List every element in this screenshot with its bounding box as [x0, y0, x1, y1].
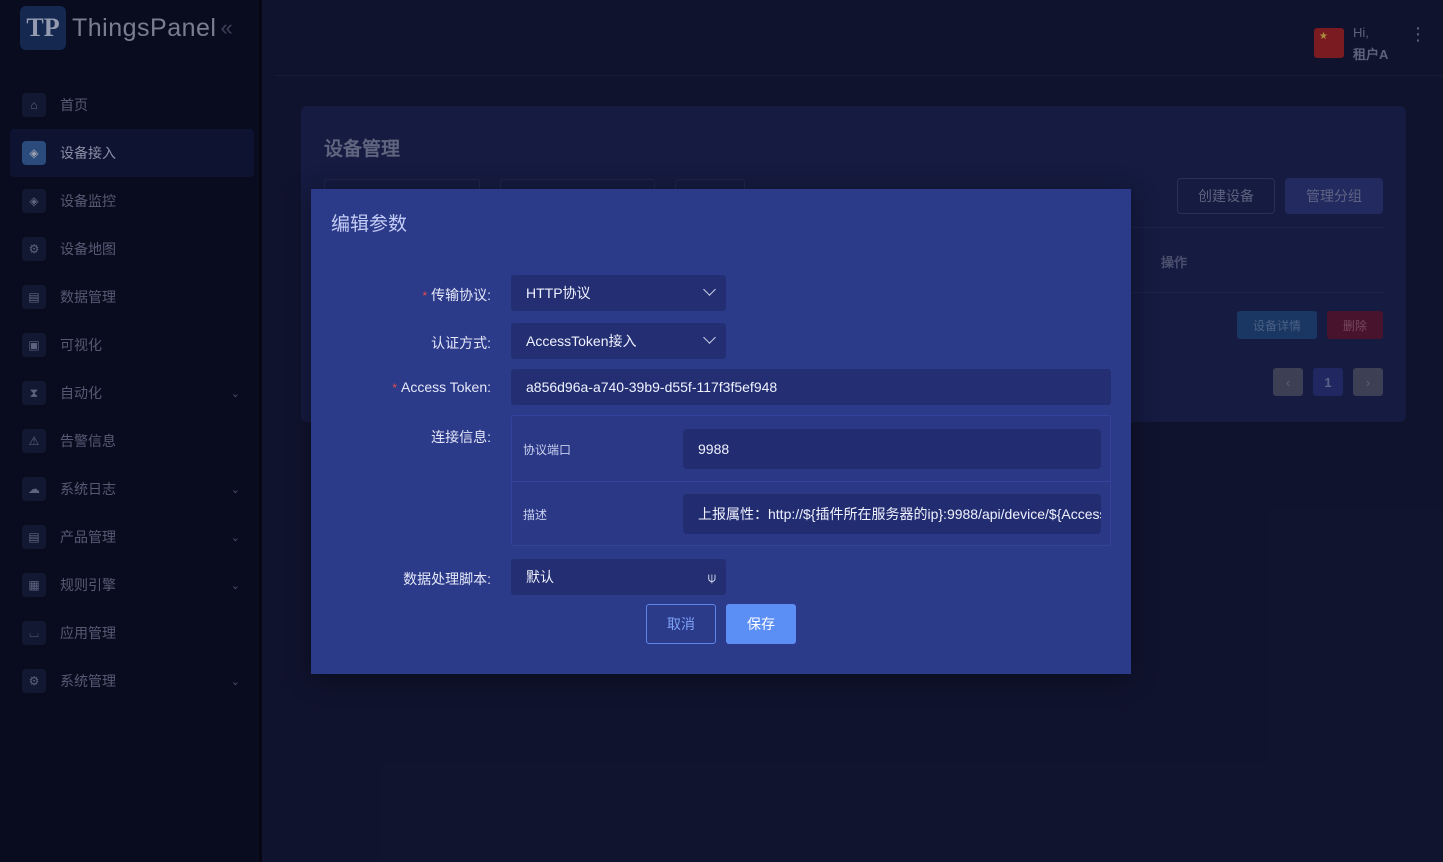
compass-icon: ◈: [22, 141, 46, 165]
sidebar-item[interactable]: ▦ 规则引擎 ⌄: [10, 561, 254, 609]
script-select[interactable]: 默认 ⍦: [511, 559, 726, 595]
home-icon: ⌂: [22, 93, 46, 117]
sidebar-item-label: 设备接入: [60, 145, 116, 161]
description-input[interactable]: 上报属性：http://${插件所在服务器的ip}:9988/api/devic…: [683, 494, 1101, 534]
connection-info-table: 协议端口 9988 描述 上报属性：http://${插件所在服务器的ip}:9…: [511, 415, 1111, 546]
collapse-icon[interactable]: «: [220, 15, 232, 41]
cancel-button[interactable]: 取消: [646, 604, 716, 644]
sidebar-item[interactable]: ⧗ 自动化 ⌄: [10, 369, 254, 417]
sidebar-item[interactable]: ⌴ 应用管理: [10, 609, 254, 657]
auth-value: AccessToken接入: [526, 333, 637, 349]
sidebar-menu: ⌂ 首页 ◈ 设备接入 ◈ 设备监控 ⚙ 设备地图 ▤ 数据管理 ▣ 可视化 ⧗ 自动化 ⌄ ⚠ 告警信息 ☁ 系统…: [10, 81, 254, 705]
sidebar-item[interactable]: ☁ 系统日志 ⌄: [10, 465, 254, 513]
sidebar-item-label: 数据管理: [60, 289, 116, 305]
column-header-operation: 操作: [1161, 255, 1188, 270]
chart-icon: ▣: [22, 333, 46, 357]
sidebar-item-label: 告警信息: [60, 433, 116, 449]
log-icon: ☁: [22, 477, 46, 501]
hourglass-icon: ⧗: [22, 381, 46, 405]
pagination-page[interactable]: 1: [1313, 368, 1343, 396]
filter-select[interactable]: [500, 179, 655, 189]
required-mark: *: [422, 289, 428, 303]
sidebar-item[interactable]: ▤ 产品管理 ⌄: [10, 513, 254, 561]
clipboard-icon: ▤: [22, 285, 46, 309]
access-token-input[interactable]: a856d96a-a740-39b9-d55f-117f3f5ef948: [511, 369, 1111, 405]
script-value: 默认: [526, 569, 554, 585]
protocol-select[interactable]: HTTP协议: [511, 275, 726, 311]
port-input[interactable]: 9988: [683, 429, 1101, 469]
sidebar-item[interactable]: ⚙ 设备地图: [10, 225, 254, 273]
logo-icon: TP: [20, 6, 66, 50]
edit-params-dialog: 编辑参数 * 传输协议: HTTP协议 认证方式: AccessToken接入 *…: [311, 189, 1131, 674]
dialog-title: 编辑参数: [331, 214, 408, 235]
token-label: * Access Token:: [392, 379, 491, 395]
gift-icon: ▦: [22, 573, 46, 597]
description-label: 描述: [523, 508, 548, 522]
chevron-down-icon: ⌄: [230, 483, 240, 496]
gear-icon: ⚙: [22, 237, 46, 261]
auth-select[interactable]: AccessToken接入: [511, 323, 726, 359]
save-button[interactable]: 保存: [726, 604, 796, 644]
chevron-down-icon: ⌄: [230, 579, 240, 592]
user-name[interactable]: 租户A: [1353, 44, 1388, 63]
sidebar-item-label: 首页: [60, 97, 88, 113]
row-divider: [512, 481, 1110, 482]
sidebar-item[interactable]: ▤ 数据管理: [10, 273, 254, 321]
chevron-down-icon: ⌄: [230, 531, 240, 544]
sidebar-item-label: 产品管理: [60, 529, 116, 545]
port-label: 协议端口: [523, 443, 572, 457]
language-flag-icon[interactable]: ★: [1314, 28, 1344, 58]
required-mark: *: [392, 381, 397, 395]
sidebar-item[interactable]: ◈ 设备接入: [10, 129, 254, 177]
filter-input[interactable]: [324, 179, 480, 189]
greeting: Hi,: [1353, 25, 1369, 40]
sidebar-item[interactable]: ▣ 可视化: [10, 321, 254, 369]
search-button[interactable]: [675, 179, 745, 189]
manage-group-button[interactable]: 管理分组: [1285, 178, 1383, 214]
protocol-value: HTTP协议: [526, 285, 591, 301]
chevron-down-icon: [703, 283, 716, 296]
page-title: 设备管理: [324, 139, 401, 160]
sidebar-item-label: 系统日志: [60, 481, 116, 497]
table-divider: [1131, 292, 1384, 293]
auth-label: 认证方式:: [431, 335, 491, 351]
app-name: ThingsPanel: [72, 13, 217, 42]
sidebar-item-label: 规则引擎: [60, 577, 116, 593]
sidebar-item[interactable]: ◈ 设备监控: [10, 177, 254, 225]
header: [275, 0, 1443, 76]
pagination-prev[interactable]: ‹: [1273, 368, 1303, 396]
sidebar-item-label: 可视化: [60, 337, 102, 353]
sidebar-item[interactable]: ⚠ 告警信息: [10, 417, 254, 465]
sidebar-item[interactable]: ⌂ 首页: [10, 81, 254, 129]
cursor-icon: ⍦: [707, 569, 716, 585]
chevron-down-icon: ⌄: [230, 387, 240, 400]
delete-button[interactable]: 删除: [1327, 311, 1383, 339]
sidebar-item-label: 应用管理: [60, 625, 116, 641]
product-icon: ▤: [22, 525, 46, 549]
table-divider: [1131, 227, 1384, 228]
sidebar-item-label: 设备地图: [60, 241, 116, 257]
pagination-next[interactable]: ›: [1353, 368, 1383, 396]
sidebar-item[interactable]: ⚙ 系统管理 ⌄: [10, 657, 254, 705]
device-detail-button[interactable]: 设备详情: [1237, 311, 1317, 339]
sidebar-item-label: 自动化: [60, 385, 102, 401]
sidebar-item-label: 系统管理: [60, 673, 116, 689]
connection-label: 连接信息:: [431, 429, 491, 445]
sidebar-item-label: 设备监控: [60, 193, 116, 209]
logo[interactable]: TP ThingsPanel «: [20, 6, 233, 50]
warning-icon: ⚠: [22, 429, 46, 453]
protocol-label: * 传输协议:: [422, 287, 491, 303]
create-device-button[interactable]: 创建设备: [1177, 178, 1275, 214]
chevron-down-icon: [703, 331, 716, 344]
chevron-down-icon: ⌄: [230, 675, 240, 688]
monitor-icon: ◈: [22, 189, 46, 213]
settings-icon: ⚙: [22, 669, 46, 693]
sidebar: TP ThingsPanel « ⌂ 首页 ◈ 设备接入 ◈ 设备监控 ⚙ 设备地图 ▤ 数据管理…: [0, 0, 262, 862]
basket-icon: ⌴: [22, 621, 46, 645]
script-label: 数据处理脚本:: [403, 571, 491, 587]
more-icon[interactable]: ⋮: [1409, 25, 1427, 43]
